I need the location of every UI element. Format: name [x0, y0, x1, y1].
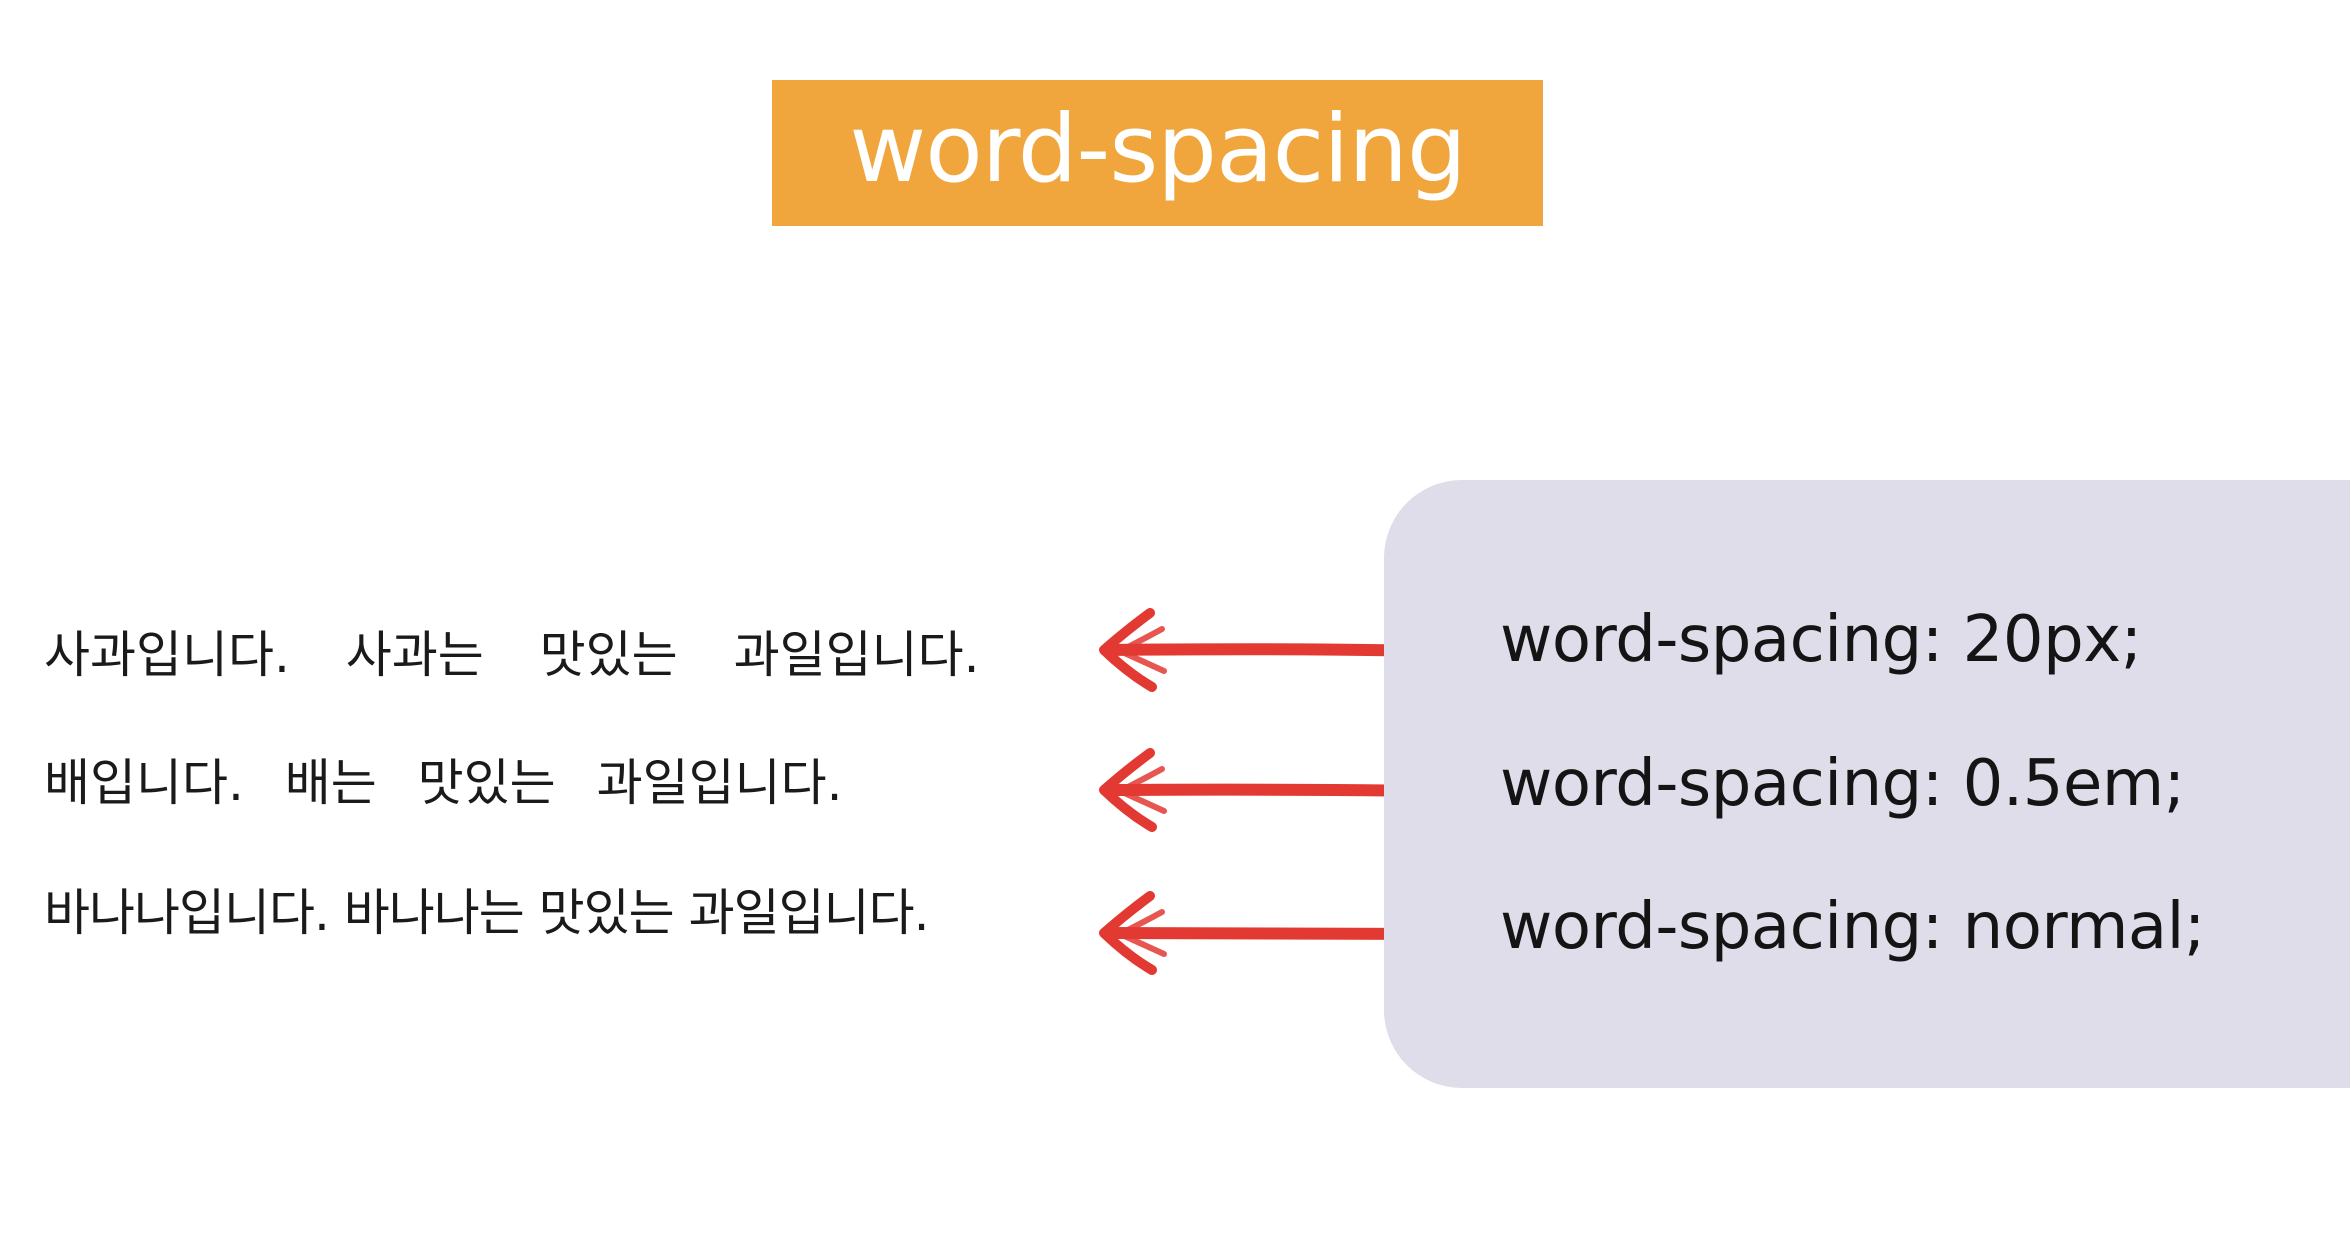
example-text-20px: 사과입니다. 사과는 맛있는 과일입니다. [44, 626, 980, 684]
page-title: word-spacing [849, 95, 1466, 204]
example-text-0-5em: 배입니다. 배는 맛있는 과일입니다. [44, 754, 843, 812]
css-rule-0-5em: word-spacing: 0.5em; [1500, 747, 2185, 821]
title-badge: word-spacing [772, 80, 1543, 226]
css-rule-20px: word-spacing: 20px; [1500, 603, 2142, 677]
css-rule-normal: word-spacing: normal; [1500, 890, 2205, 964]
example-text-normal: 바나나입니다. 바나나는 맛있는 과일입니다. [44, 884, 929, 942]
